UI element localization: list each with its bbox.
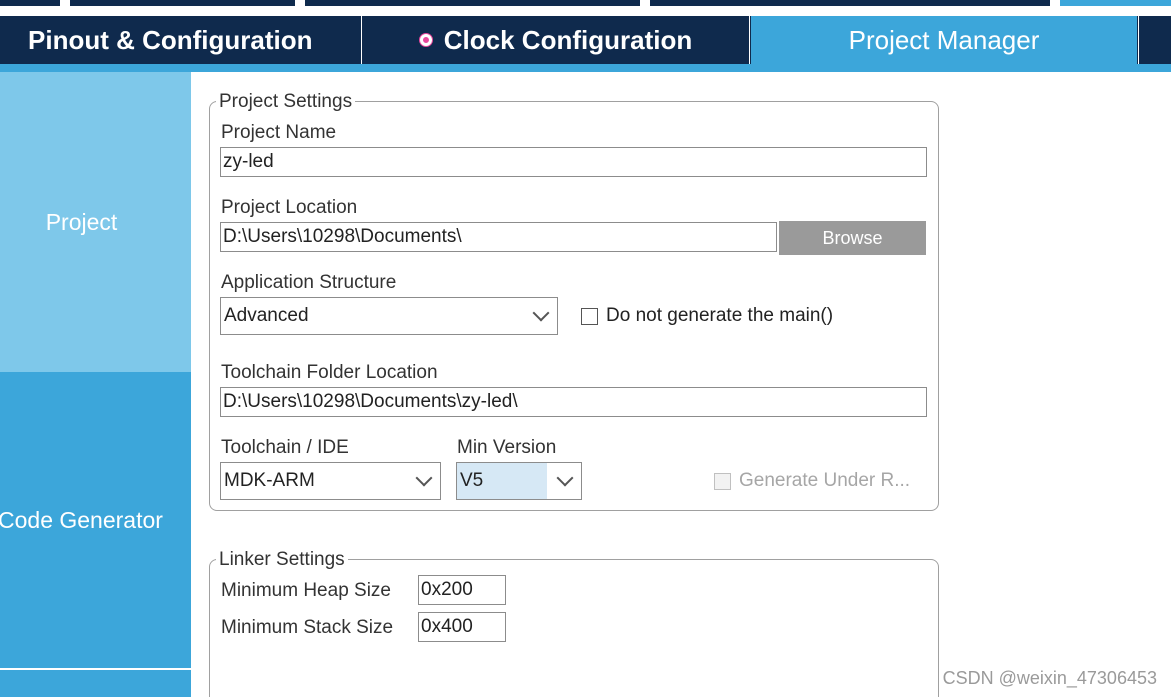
- sidebar-item-project[interactable]: Project: [0, 72, 191, 372]
- sidebar-item-project-label: Project: [45, 208, 118, 235]
- tab-project-manager-label: Project Manager: [848, 24, 1040, 55]
- toolchain-folder-input[interactable]: D:\Users\10298\Documents\zy-led\: [220, 387, 927, 417]
- project-manager-sidebar: Project Code Generator: [0, 72, 191, 697]
- min-version-select[interactable]: V5: [456, 462, 582, 500]
- csdn-watermark: CSDN @weixin_47306453: [942, 668, 1157, 688]
- application-structure-label: Application Structure: [221, 272, 397, 293]
- project-location-input[interactable]: D:\Users\10298\Documents\: [220, 222, 777, 252]
- project-settings-legend: Project Settings: [216, 91, 356, 113]
- tab-project-manager[interactable]: Project Manager: [751, 16, 1137, 64]
- breadcrumb-fragment: [650, 0, 1050, 6]
- breadcrumb-fragment: [1060, 0, 1171, 6]
- project-name-value: zy-led: [223, 151, 274, 172]
- checkbox-box[interactable]: [581, 307, 598, 325]
- application-structure-value: Advanced: [224, 305, 309, 326]
- breadcrumb-fragment: [305, 0, 640, 6]
- breadcrumb-fragment: [0, 0, 60, 6]
- checkbox-box[interactable]: [714, 472, 731, 490]
- application-structure-select[interactable]: Advanced: [220, 297, 558, 335]
- toolchain-ide-value: MDK-ARM: [224, 470, 315, 491]
- chevron-down-icon: [415, 469, 433, 487]
- tab-pinout-configuration[interactable]: Pinout & Configuration: [0, 16, 362, 64]
- chevron-down-icon: [556, 469, 574, 487]
- tab-clock-configuration[interactable]: Clock Configuration: [363, 16, 750, 64]
- browse-button-label: Browse: [822, 227, 883, 248]
- tab-pinout-label: Pinout & Configuration: [28, 24, 313, 55]
- no-main-checkbox-label: Do not generate the main(): [606, 305, 834, 326]
- sidebar-item-code-generator-label: Code Generator: [0, 506, 163, 533]
- toolchain-folder-value: D:\Users\10298\Documents\zy-led\: [223, 391, 518, 412]
- tab-clock-label: Clock Configuration: [443, 24, 693, 55]
- project-name-input[interactable]: zy-led: [220, 147, 927, 177]
- minimum-stack-size-input[interactable]: 0x400: [418, 612, 506, 642]
- sidebar-item-advanced-settings[interactable]: [0, 669, 191, 697]
- minimum-stack-size-value: 0x400: [421, 616, 473, 637]
- linker-settings-legend: Linker Settings: [216, 549, 348, 571]
- tab-tools[interactable]: [1138, 16, 1171, 64]
- main-tab-bar: Pinout & Configuration Clock Configurati…: [0, 16, 1171, 64]
- chevron-down-icon: [532, 304, 550, 322]
- project-location-value: D:\Users\10298\Documents\: [223, 226, 462, 247]
- toolchain-folder-label: Toolchain Folder Location: [221, 362, 438, 383]
- minimum-heap-size-label: Minimum Heap Size: [221, 580, 391, 601]
- min-version-label: Min Version: [457, 437, 557, 458]
- min-version-value: V5: [457, 463, 547, 499]
- project-name-label: Project Name: [221, 122, 337, 143]
- tab-underline: [0, 64, 1171, 72]
- toolchain-ide-label: Toolchain / IDE: [221, 437, 349, 458]
- top-breadcrumb-strip: [0, 0, 1171, 16]
- pink-dot-icon: [419, 34, 432, 46]
- toolchain-ide-select[interactable]: MDK-ARM: [220, 462, 441, 500]
- sidebar-item-code-generator[interactable]: Code Generator: [0, 372, 191, 668]
- minimum-stack-size-label: Minimum Stack Size: [221, 617, 394, 638]
- generate-under-root-label: Generate Under R...: [739, 470, 911, 491]
- breadcrumb-fragment: [70, 0, 295, 6]
- browse-button[interactable]: Browse: [779, 221, 926, 255]
- minimum-heap-size-value: 0x200: [421, 579, 473, 600]
- minimum-heap-size-input[interactable]: 0x200: [418, 575, 506, 605]
- generate-under-root-checkbox[interactable]: Generate Under R...: [714, 470, 910, 492]
- project-location-label: Project Location: [221, 197, 358, 218]
- no-main-checkbox[interactable]: Do not generate the main(): [581, 305, 833, 327]
